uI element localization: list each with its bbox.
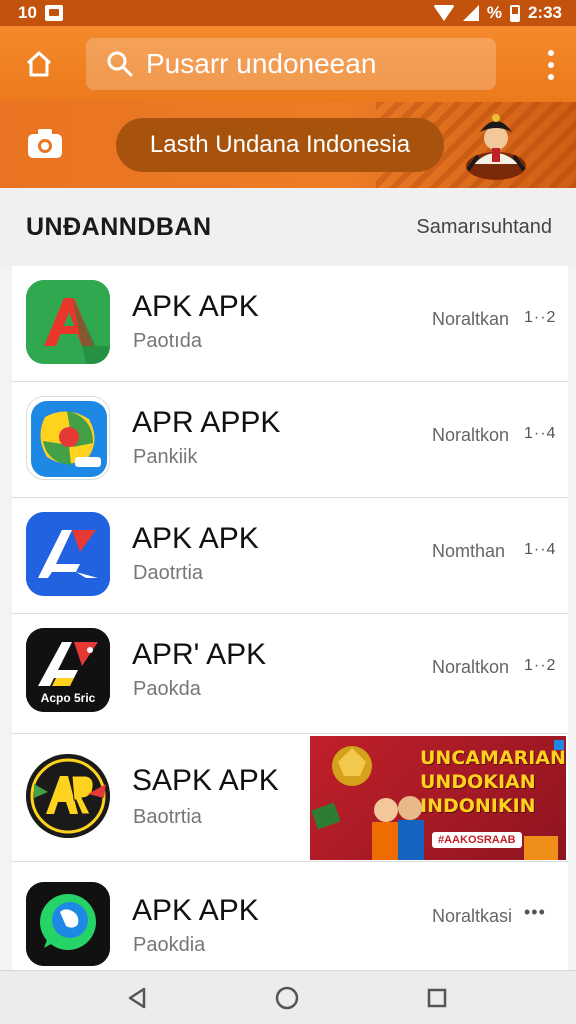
home-nav-button[interactable]: [272, 983, 302, 1013]
list-item[interactable]: APK APK Paotıda Noraltkan 1··2: [12, 266, 568, 382]
search-icon: [107, 51, 133, 77]
app-name: APK APK: [132, 894, 259, 927]
more-dot-icon: [548, 50, 554, 56]
icon-caption: Acpo 5ric: [40, 691, 96, 705]
green-a-icon: [26, 280, 110, 364]
whatsapp-icon: [26, 882, 110, 966]
more-dot-icon: [548, 62, 554, 68]
search-input[interactable]: Pusarr undoneean: [86, 38, 496, 90]
app-subtitle: Paokda: [133, 678, 201, 700]
app-status: Noraltkasi: [432, 906, 513, 926]
app-count: •••: [524, 902, 546, 922]
app-name: APK APK: [132, 290, 259, 323]
wifi-icon: [432, 5, 455, 21]
battery-icon: [509, 4, 520, 22]
app-count: 1··4: [524, 425, 557, 442]
back-button[interactable]: [122, 983, 152, 1013]
promo-tag: #AAKOSRAAB: [432, 832, 522, 848]
section-header: UNĐANNDBAN Samarısuhtand: [0, 188, 576, 266]
status-bar: 10 % 2:33: [0, 0, 576, 26]
promo-line: UNCAMARIAN: [420, 747, 566, 769]
app-status: Noraltkon: [432, 425, 510, 445]
promo-banner: Lasth Undana Indonesia: [0, 102, 576, 188]
promo-line: UNDOKIAN: [420, 771, 536, 793]
app-status: Noraltkon: [432, 657, 510, 677]
promo-headline: UNCAMARIAN UNDOKIAN INDONIKIN: [420, 746, 566, 818]
app-icon-map: [26, 396, 110, 480]
list-item[interactable]: Acpo 5ric APR' APK Paokda Noraltkon 1··2: [12, 614, 568, 734]
app-subtitle: Paokdia: [133, 934, 206, 956]
promo-line: INDONIKIN: [420, 795, 536, 817]
status-left-text: 10: [18, 3, 37, 22]
home-icon: [26, 51, 52, 77]
more-options-button[interactable]: [544, 50, 558, 80]
system-nav-bar: [0, 970, 576, 1024]
app-status: Noraltkan: [432, 309, 510, 329]
app-icon-ar-badge: [26, 754, 110, 838]
app-count: 1··4: [524, 541, 557, 558]
promo-ad-card[interactable]: UNCAMARIAN UNDOKIAN INDONIKIN #AAKOSRAAB: [310, 736, 566, 860]
app-name: SAPK APK: [132, 764, 279, 797]
battery-percent-symbol: %: [486, 3, 502, 22]
recents-icon: [427, 988, 447, 1008]
app-count: 1··2: [524, 309, 557, 326]
camera-icon[interactable]: [26, 126, 64, 160]
list-item[interactable]: APK APK Paokdia Noraltkasi •••: [12, 862, 568, 970]
app-name: APR' APK: [132, 638, 267, 671]
app-icon-blue-a: [26, 512, 110, 596]
app-name: APK APK: [132, 522, 259, 555]
ar-badge-icon: [26, 754, 110, 838]
home-circle-icon: [275, 986, 299, 1010]
app-icon-black-a: Acpo 5ric: [26, 628, 110, 712]
list-item[interactable]: SAPK APK Baotrtia UNCAMARIAN UNDOKIAN IN…: [12, 734, 568, 862]
status-time: 2:33: [527, 3, 562, 22]
app-subtitle: Paotıda: [133, 330, 202, 352]
more-dot-icon: [548, 74, 554, 80]
app-subtitle: Pankiik: [133, 446, 198, 468]
blue-a-icon: [26, 512, 110, 596]
map-pin-icon: [31, 401, 107, 477]
signal-icon: [462, 5, 479, 21]
app-subtitle: Baotrtia: [133, 806, 202, 828]
see-all-link[interactable]: Samarısuhtand: [416, 216, 552, 239]
app-toolbar: Pusarr undoneean: [0, 26, 576, 102]
mascot-figure-icon: [466, 114, 526, 180]
app-list: APK APK Paotıda Noraltkan 1··2 APR APPK …: [12, 266, 568, 970]
app-subtitle: Daotrtia: [133, 562, 204, 584]
section-title: UNĐANNDBAN: [26, 212, 212, 241]
banner-pill-button[interactable]: Lasth Undana Indonesia: [116, 118, 444, 172]
list-item[interactable]: APR APPK Pankiik Noraltkon 1··4: [12, 382, 568, 498]
list-item[interactable]: APK APK Daotrtia Nomthan 1··4: [12, 498, 568, 614]
recents-button[interactable]: [422, 983, 452, 1013]
app-name: APR APPK: [132, 406, 281, 439]
app-count: 1··2: [524, 657, 557, 674]
app-icon-green-a: [26, 280, 110, 364]
home-button[interactable]: [0, 26, 78, 102]
notification-icon: [44, 5, 63, 21]
search-text: Pusarr undoneean: [146, 48, 377, 79]
app-status: Nomthan: [432, 541, 506, 561]
back-icon: [128, 987, 146, 1009]
app-icon-whatsapp: [26, 882, 110, 966]
